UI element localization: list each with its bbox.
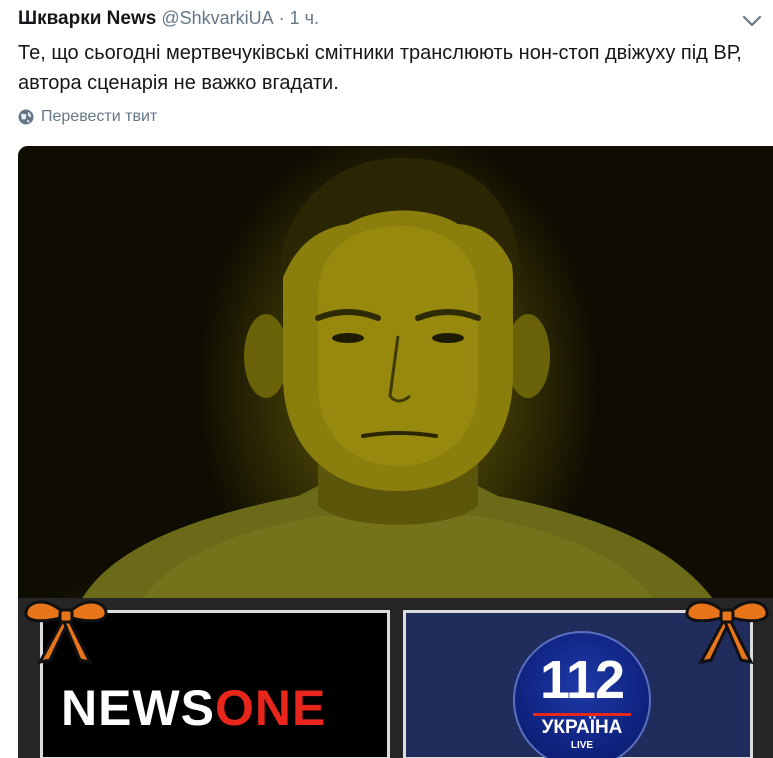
tweet-text: Те, що сьогодні мертвечуківські смітники… — [18, 42, 742, 94]
st-george-ribbon-icon — [685, 600, 769, 665]
translate-tweet-link[interactable]: Перевести твит — [18, 106, 157, 128]
display-name[interactable]: Шкварки News — [18, 8, 156, 30]
st-george-ribbon-icon — [24, 600, 108, 665]
newsone-logo-part2: ONE — [215, 680, 327, 736]
tweet: Шкварки News @ShkvarkiUA · 1 ч. Те, що с… — [0, 0, 773, 758]
channel-live-tag: LIVE — [570, 740, 594, 751]
channel-country: УКРАЇНА — [541, 717, 623, 738]
globe-icon — [18, 109, 34, 125]
channel-112-logo: 112 УКРАЇНА LIVE — [513, 631, 651, 758]
translate-label: Перевести твит — [41, 108, 158, 125]
user-handle[interactable]: @ShkvarkiUA — [161, 8, 273, 29]
chevron-down-icon — [742, 15, 762, 27]
separator-dot: · — [278, 8, 285, 28]
tweet-timestamp[interactable]: 1 ч. — [290, 8, 319, 29]
channel-number: 112 — [539, 650, 625, 710]
tweet-photo[interactable]: NEWSONE 112 УКРАЇНА LIVE — [18, 146, 773, 758]
portrait-figure — [78, 157, 718, 606]
tweet-header: Шкварки News @ShkvarkiUA · 1 ч. — [18, 8, 763, 32]
newsone-logo: NEWSONE — [61, 683, 326, 733]
more-options-button[interactable] — [741, 12, 763, 30]
channel-logo-line — [533, 713, 631, 716]
newsone-logo-part1: NEWS — [61, 680, 215, 736]
